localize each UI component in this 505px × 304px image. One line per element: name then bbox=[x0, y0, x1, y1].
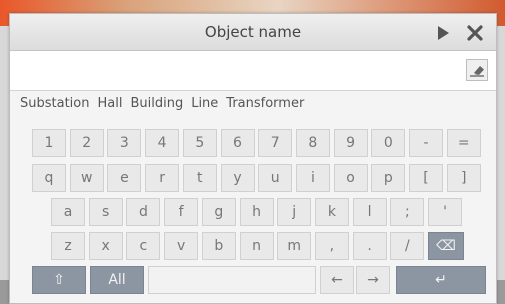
key-0-4[interactable]: 5 bbox=[182, 129, 217, 157]
play-icon bbox=[438, 26, 449, 40]
key-0-1[interactable]: 2 bbox=[69, 129, 104, 157]
key-0-9[interactable]: 0 bbox=[371, 129, 406, 157]
key-1-8[interactable]: o bbox=[333, 164, 368, 192]
key-1-9[interactable]: p bbox=[371, 164, 406, 192]
key-1-4[interactable]: t bbox=[182, 164, 217, 192]
key-2-0[interactable]: a bbox=[51, 198, 85, 226]
key-2-7[interactable]: k bbox=[314, 198, 349, 226]
key-0-5[interactable]: 6 bbox=[220, 129, 255, 157]
key-2-2[interactable]: d bbox=[126, 198, 161, 226]
key-3-6[interactable]: m bbox=[277, 232, 312, 260]
play-button[interactable] bbox=[430, 20, 456, 46]
space-key[interactable] bbox=[148, 266, 316, 294]
key-1-5[interactable]: y bbox=[220, 164, 255, 192]
close-button[interactable] bbox=[462, 20, 488, 46]
key-3-3[interactable]: v bbox=[164, 232, 199, 260]
shift-key[interactable]: ⇧ bbox=[32, 266, 86, 294]
suggestion-bar: Substation Hall Building Line Transforme… bbox=[16, 94, 308, 116]
key-2-8[interactable]: l bbox=[352, 198, 387, 226]
eraser-icon bbox=[470, 66, 484, 77]
key-3-1[interactable]: x bbox=[88, 232, 123, 260]
key-2-4[interactable]: g bbox=[201, 198, 236, 226]
suggestion-item[interactable]: Hall bbox=[93, 94, 126, 116]
key-3-9[interactable]: / bbox=[390, 232, 425, 260]
suggestion-item[interactable]: Substation bbox=[16, 94, 93, 116]
key-0-3[interactable]: 4 bbox=[145, 129, 180, 157]
key-1-0[interactable]: q bbox=[32, 164, 66, 192]
suggestion-item[interactable]: Building bbox=[126, 94, 187, 116]
enter-key[interactable]: ↵ bbox=[396, 266, 486, 294]
key-3-4[interactable]: b bbox=[201, 232, 236, 260]
all-symbols-key[interactable]: All bbox=[90, 266, 144, 294]
key-2-10[interactable]: ' bbox=[428, 198, 462, 226]
key-1-6[interactable]: u bbox=[258, 164, 293, 192]
key-1-7[interactable]: i bbox=[295, 164, 330, 192]
suggestion-item[interactable]: Transformer bbox=[222, 94, 308, 116]
dialog-title: Object name bbox=[204, 23, 302, 41]
key-3-2[interactable]: c bbox=[126, 232, 161, 260]
clear-button[interactable] bbox=[466, 59, 488, 81]
name-input-row bbox=[10, 51, 496, 91]
backspace-key[interactable]: ⌫ bbox=[428, 232, 464, 260]
close-icon bbox=[467, 25, 483, 41]
object-name-input[interactable] bbox=[10, 51, 460, 90]
key-0-10[interactable]: - bbox=[409, 129, 443, 157]
key-1-1[interactable]: w bbox=[69, 164, 104, 192]
titlebar: Object name bbox=[10, 14, 496, 51]
key-2-9[interactable]: ; bbox=[390, 198, 425, 226]
key-3-7[interactable]: , bbox=[314, 232, 349, 260]
key-0-2[interactable]: 3 bbox=[107, 129, 142, 157]
key-1-11[interactable]: ] bbox=[446, 164, 481, 192]
key-2-3[interactable]: f bbox=[164, 198, 199, 226]
key-0-11[interactable]: = bbox=[446, 129, 481, 157]
key-0-6[interactable]: 7 bbox=[258, 129, 293, 157]
key-2-5[interactable]: h bbox=[239, 198, 274, 226]
key-3-8[interactable]: . bbox=[352, 232, 387, 260]
cursor-right-key[interactable]: → bbox=[356, 266, 390, 294]
key-3-0[interactable]: z bbox=[51, 232, 85, 260]
key-0-8[interactable]: 9 bbox=[333, 129, 368, 157]
key-1-10[interactable]: [ bbox=[409, 164, 443, 192]
key-1-2[interactable]: e bbox=[107, 164, 142, 192]
key-2-1[interactable]: s bbox=[88, 198, 123, 226]
key-3-5[interactable]: n bbox=[239, 232, 274, 260]
key-1-3[interactable]: r bbox=[145, 164, 180, 192]
suggestion-item[interactable]: Line bbox=[187, 94, 222, 116]
key-0-0[interactable]: 1 bbox=[32, 129, 66, 157]
key-0-7[interactable]: 8 bbox=[295, 129, 330, 157]
key-2-6[interactable]: j bbox=[277, 198, 312, 226]
cursor-left-key[interactable]: ← bbox=[320, 266, 354, 294]
object-name-dialog: Object name Substation Hall Building Lin… bbox=[9, 13, 497, 304]
